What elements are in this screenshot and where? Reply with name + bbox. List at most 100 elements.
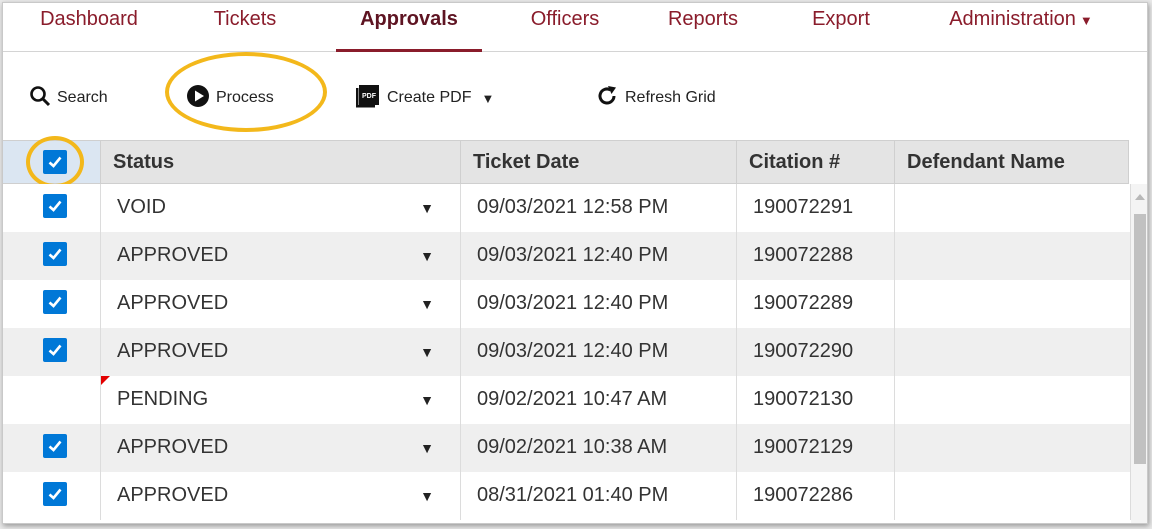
select-all-cell bbox=[3, 141, 101, 183]
process-button[interactable]: Process bbox=[186, 81, 274, 115]
nav-label: Officers bbox=[530, 8, 600, 30]
search-button[interactable]: Search bbox=[29, 81, 108, 115]
table-row[interactable]: APPROVED ▼ 09/03/2021 12:40 PM 190072288 bbox=[3, 232, 1131, 280]
status-dropdown-icon[interactable]: ▼ bbox=[420, 424, 434, 472]
citation-cell: 190072130 bbox=[737, 376, 895, 424]
defendant-cell bbox=[895, 472, 1131, 520]
status-cell[interactable]: VOID ▼ bbox=[101, 184, 461, 232]
status-cell[interactable]: APPROVED ▼ bbox=[101, 472, 461, 520]
status-value: APPROVED bbox=[117, 340, 229, 362]
ticket-date-cell: 09/03/2021 12:40 PM bbox=[461, 232, 737, 280]
ticket-date-cell: 09/02/2021 10:38 AM bbox=[461, 424, 737, 472]
process-button-label: Process bbox=[216, 89, 274, 106]
nav-label: Export bbox=[812, 8, 870, 30]
pdf-icon: PDF bbox=[355, 83, 381, 114]
citation-cell: 190072290 bbox=[737, 328, 895, 376]
table-row[interactable]: VOID ▼ 09/03/2021 12:58 PM 190072291 bbox=[3, 184, 1131, 232]
vertical-scrollbar[interactable] bbox=[1131, 184, 1147, 523]
refresh-grid-label: Refresh Grid bbox=[625, 89, 716, 106]
check-icon bbox=[48, 488, 62, 500]
status-dropdown-icon[interactable]: ▼ bbox=[420, 472, 434, 520]
nav-tickets[interactable]: Tickets bbox=[199, 3, 291, 52]
row-select-cell bbox=[3, 328, 101, 376]
approvals-grid: Status Ticket Date Citation # Defendant … bbox=[3, 136, 1147, 523]
dirty-cell-marker bbox=[101, 376, 110, 385]
status-value: APPROVED bbox=[117, 484, 229, 506]
ticket-date-cell: 09/02/2021 10:47 AM bbox=[461, 376, 737, 424]
check-icon bbox=[48, 344, 62, 356]
row-select-cell[interactable] bbox=[3, 376, 101, 424]
refresh-icon bbox=[595, 84, 619, 113]
status-dropdown-icon[interactable]: ▼ bbox=[420, 232, 434, 280]
row-select-cell bbox=[3, 424, 101, 472]
ticket-date-cell: 09/03/2021 12:40 PM bbox=[461, 280, 737, 328]
citation-cell: 190072291 bbox=[737, 184, 895, 232]
row-checkbox[interactable] bbox=[43, 482, 67, 506]
nav-officers[interactable]: Officers bbox=[517, 3, 613, 52]
nav-dashboard[interactable]: Dashboard bbox=[19, 3, 159, 52]
table-row[interactable]: APPROVED ▼ 08/31/2021 01:40 PM 190072286 bbox=[3, 472, 1131, 520]
nav-export[interactable]: Export bbox=[796, 3, 886, 52]
citation-cell: 190072288 bbox=[737, 232, 895, 280]
defendant-cell bbox=[895, 232, 1131, 280]
row-select-cell bbox=[3, 184, 101, 232]
status-cell[interactable]: APPROVED ▼ bbox=[101, 328, 461, 376]
column-header-status[interactable]: Status bbox=[101, 141, 461, 183]
status-value: APPROVED bbox=[117, 292, 229, 314]
row-checkbox[interactable] bbox=[43, 242, 67, 266]
status-cell[interactable]: APPROVED ▼ bbox=[101, 232, 461, 280]
table-row[interactable]: APPROVED ▼ 09/03/2021 12:40 PM 190072289 bbox=[3, 280, 1131, 328]
status-cell[interactable]: APPROVED ▼ bbox=[101, 280, 461, 328]
caret-down-icon: ▼ bbox=[1079, 13, 1093, 28]
check-icon bbox=[48, 296, 62, 308]
defendant-cell bbox=[895, 424, 1131, 472]
column-header-ticket-date[interactable]: Ticket Date bbox=[461, 141, 737, 183]
nav-reports[interactable]: Reports bbox=[655, 3, 751, 52]
defendant-cell bbox=[895, 280, 1131, 328]
status-value: APPROVED bbox=[117, 436, 229, 458]
create-pdf-button[interactable]: PDF Create PDF ▼ bbox=[355, 81, 494, 115]
nav-administration[interactable]: Administration ▼ bbox=[921, 3, 1121, 52]
status-cell[interactable]: PENDING ▼ bbox=[101, 376, 461, 424]
status-dropdown-icon[interactable]: ▼ bbox=[420, 184, 434, 232]
status-dropdown-icon[interactable]: ▼ bbox=[420, 328, 434, 376]
check-icon bbox=[48, 156, 62, 168]
row-select-cell bbox=[3, 232, 101, 280]
citation-cell: 190072289 bbox=[737, 280, 895, 328]
defendant-cell bbox=[895, 376, 1131, 424]
column-header-citation[interactable]: Citation # bbox=[737, 141, 895, 183]
select-all-checkbox[interactable] bbox=[43, 150, 67, 174]
search-icon bbox=[29, 85, 51, 112]
row-checkbox[interactable] bbox=[43, 194, 67, 218]
toolbar: Search Process PDF Create PDF ▼ Refresh … bbox=[3, 52, 1147, 140]
ticket-date-cell: 09/03/2021 12:58 PM bbox=[461, 184, 737, 232]
row-checkbox[interactable] bbox=[43, 290, 67, 314]
status-cell[interactable]: APPROVED ▼ bbox=[101, 424, 461, 472]
table-row[interactable]: APPROVED ▼ 09/03/2021 12:40 PM 190072290 bbox=[3, 328, 1131, 376]
table-row[interactable]: PENDING ▼ 09/02/2021 10:47 AM 190072130 bbox=[3, 376, 1131, 424]
row-select-cell bbox=[3, 472, 101, 520]
column-header-defendant-name[interactable]: Defendant Name bbox=[895, 141, 1129, 183]
caret-down-icon: ▼ bbox=[481, 90, 495, 106]
refresh-grid-button[interactable]: Refresh Grid bbox=[595, 81, 716, 115]
check-icon bbox=[48, 440, 62, 452]
defendant-cell bbox=[895, 328, 1131, 376]
svg-text:PDF: PDF bbox=[362, 93, 377, 100]
scrollbar-thumb[interactable] bbox=[1134, 214, 1146, 464]
status-value: VOID bbox=[117, 196, 166, 218]
table-row[interactable]: APPROVED ▼ 09/02/2021 10:38 AM 190072129 bbox=[3, 424, 1131, 472]
nav-label: Administration bbox=[949, 8, 1076, 30]
main-nav: Dashboard Tickets Approvals Officers Rep… bbox=[3, 3, 1147, 52]
nav-label: Approvals bbox=[360, 8, 458, 30]
play-circle-icon bbox=[186, 84, 210, 113]
nav-approvals[interactable]: Approvals bbox=[336, 3, 482, 52]
scroll-up-icon[interactable] bbox=[1135, 194, 1145, 200]
nav-label: Reports bbox=[667, 8, 739, 30]
status-dropdown-icon[interactable]: ▼ bbox=[420, 376, 434, 424]
create-pdf-label: Create PDF bbox=[387, 89, 472, 106]
status-dropdown-icon[interactable]: ▼ bbox=[420, 280, 434, 328]
check-icon bbox=[48, 248, 62, 260]
row-checkbox[interactable] bbox=[43, 434, 67, 458]
app-window: Dashboard Tickets Approvals Officers Rep… bbox=[2, 2, 1148, 524]
row-checkbox[interactable] bbox=[43, 338, 67, 362]
